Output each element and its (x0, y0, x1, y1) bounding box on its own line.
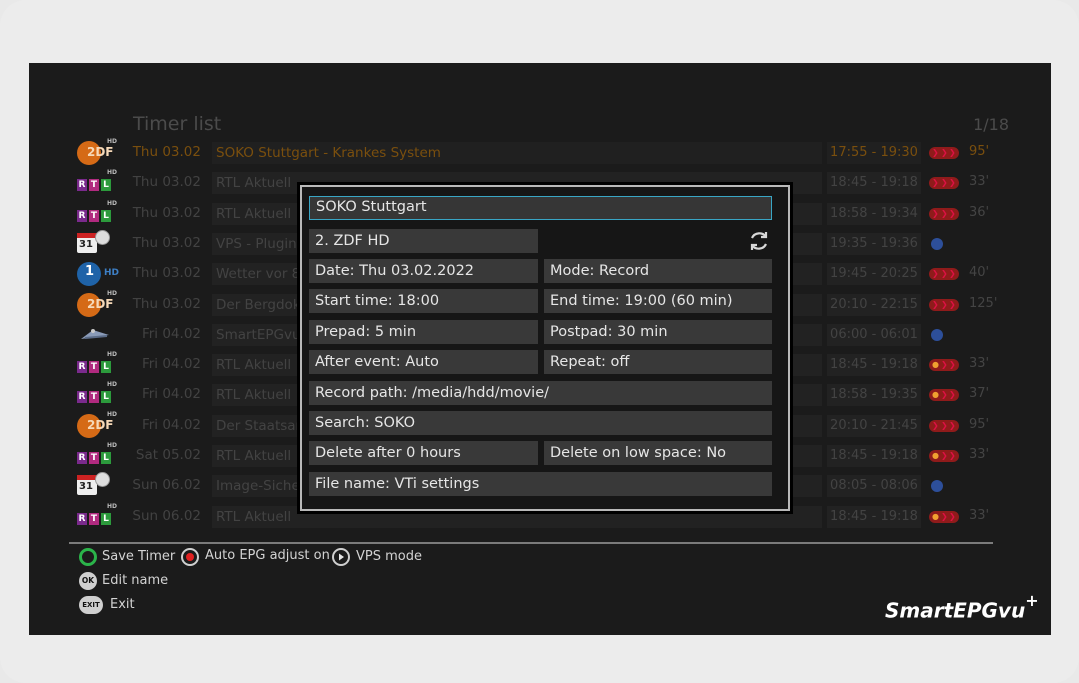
rtl-hd-logo: R T L HD (77, 502, 118, 525)
record-icon: ❯ ❯ ❯ (929, 418, 961, 434)
timer-duration: 33' (969, 507, 990, 523)
zdf-hd-logo: 2DF HD (77, 290, 117, 319)
page-indicator: 1/18 (973, 115, 1009, 134)
delete-after-field[interactable]: Delete after 0 hours (309, 441, 538, 465)
timer-time: 06:00 - 06:01 (827, 323, 921, 346)
ard-hd-logo: 1 HD (77, 260, 119, 288)
timer-title: SOKO Stuttgart - Krankes System (212, 142, 822, 164)
after-event-field[interactable]: After event: Auto (309, 350, 538, 374)
timer-time: 18:45 - 19:18 (827, 445, 921, 467)
timer-date: Thu 03.02 (132, 174, 201, 191)
green-button-icon[interactable] (79, 548, 97, 566)
timer-time: 19:45 - 20:25 (827, 263, 921, 286)
record-path-field[interactable]: Record path: /media/hdd/movie/ (309, 381, 772, 405)
timer-time: 20:10 - 22:15 (827, 293, 921, 316)
calendar-clock-logo: 31 (77, 229, 117, 258)
timer-duration: 33' (969, 174, 990, 190)
zdf-hd-logo: 2DF HD (77, 411, 117, 440)
rtl-hd-logo: R T L HD (77, 442, 118, 464)
record-repeat-icon: ● ❯ ❯ (929, 509, 961, 525)
timer-date: Thu 03.02 (132, 204, 201, 221)
timer-date: Thu 03.02 (132, 295, 201, 312)
timer-date: Thu 03.02 (132, 144, 201, 160)
search-field[interactable]: Search: SOKO (309, 411, 772, 435)
timer-duration: 40' (969, 265, 990, 281)
tv-screen: Timer list 1/18 2DF HD Thu 03.02 SOKO Stutt… (29, 63, 1051, 635)
footer-divider (69, 542, 993, 544)
timer-date: Fri 04.02 (141, 416, 201, 433)
timer-duration: 95' (969, 416, 990, 432)
record-icon: ❯ ❯ ❯ (929, 175, 961, 191)
timer-time: 18:45 - 19:18 (827, 172, 921, 195)
timer-date: Thu 03.02 (132, 234, 201, 251)
rtl-hd-logo: R T L HD (77, 351, 118, 374)
ok-button-icon[interactable]: OK (79, 572, 97, 590)
rtl-hd-logo: R T L HD (77, 381, 118, 404)
record-repeat-icon: ● ❯ ❯ (929, 448, 961, 464)
zdf-hd-logo: 2DF HD (77, 138, 117, 167)
record-active-icon: ❯ ❯ ❯ (929, 145, 961, 161)
timer-date: Fri 04.02 (141, 356, 201, 373)
legend-vps-mode: VPS mode (356, 549, 422, 564)
record-icon: ❯ ❯ ❯ (929, 206, 961, 222)
timer-date: Sun 06.02 (132, 477, 201, 494)
timer-date: Thu 03.02 (132, 265, 201, 282)
legend-save-timer: Save Timer (102, 549, 176, 564)
mode-field[interactable]: Mode: Record (544, 259, 772, 283)
satellite-logo (77, 321, 117, 349)
red-button-icon[interactable] (181, 548, 199, 566)
timer-duration: 125' (969, 295, 998, 311)
timer-time: 08:05 - 08:06 (827, 475, 921, 498)
file-name-field[interactable]: File name: VTi settings (309, 472, 772, 496)
legend-exit: Exit (110, 597, 135, 612)
timer-time: 20:10 - 21:45 (827, 414, 921, 437)
timer-duration: 33' (969, 356, 990, 372)
timer-date: Sun 06.02 (132, 507, 201, 524)
timer-duration: 36' (969, 204, 990, 220)
timer-duration: 33' (969, 447, 990, 462)
timer-date: Fri 04.02 (141, 325, 201, 342)
timer-duration: 95' (969, 144, 990, 159)
calendar-clock-logo: 31 (77, 472, 117, 500)
timer-date: Sat 05.02 (135, 447, 201, 463)
record-repeat-icon: ● ❯ ❯ (929, 357, 961, 373)
date-field[interactable]: Date: Thu 03.02.2022 (309, 259, 538, 283)
brand-logo: SmartEPGvu+ (885, 591, 1039, 623)
timer-name-field[interactable]: SOKO Stuttgart (309, 196, 772, 220)
record-repeat-icon: ● ❯ ❯ (929, 387, 961, 403)
timer-time: 18:58 - 19:35 (827, 384, 921, 407)
legend-auto-epg: Auto EPG adjust on (205, 548, 330, 563)
timer-edit-dialog: SOKO Stuttgart 2. ZDF HD Date: Thu 03.02… (300, 185, 790, 511)
timer-row[interactable]: 2DF HD Thu 03.02 SOKO Stuttgart - Krankes S… (29, 138, 1051, 167)
prepad-field[interactable]: Prepad: 5 min (309, 320, 538, 344)
timer-time: 17:55 - 19:30 (827, 142, 921, 164)
postpad-field[interactable]: Postpad: 30 min (544, 320, 772, 344)
end-time-field[interactable]: End time: 19:00 (60 min) (544, 289, 772, 313)
channel-field[interactable]: 2. ZDF HD (309, 229, 538, 253)
record-icon: ❯ ❯ ❯ (929, 297, 961, 313)
record-icon: ❯ ❯ ❯ (929, 266, 961, 282)
timer-time: 18:45 - 19:18 (827, 354, 921, 377)
timer-time: 18:58 - 19:34 (827, 202, 921, 225)
plugin-dot-icon (929, 236, 961, 252)
start-time-field[interactable]: Start time: 18:00 (309, 289, 538, 313)
play-button-icon[interactable] (332, 548, 350, 566)
delete-low-space-field[interactable]: Delete on low space: No (544, 441, 772, 465)
page-title: Timer list (133, 113, 222, 135)
plugin-dot-icon (929, 327, 961, 343)
timer-time: 18:45 - 19:18 (827, 505, 921, 528)
plugin-dot-icon (929, 478, 961, 494)
timer-duration: 37' (969, 386, 990, 402)
legend-edit-name: Edit name (102, 573, 169, 588)
rtl-hd-logo: R T L HD (77, 169, 118, 192)
rtl-hd-logo: R T L HD (77, 199, 118, 222)
exit-button-icon[interactable]: EXIT (79, 596, 103, 614)
timer-time: 19:35 - 19:36 (827, 232, 921, 255)
refresh-icon[interactable] (747, 229, 771, 253)
repeat-field[interactable]: Repeat: off (544, 350, 772, 374)
timer-date: Fri 04.02 (141, 386, 201, 403)
